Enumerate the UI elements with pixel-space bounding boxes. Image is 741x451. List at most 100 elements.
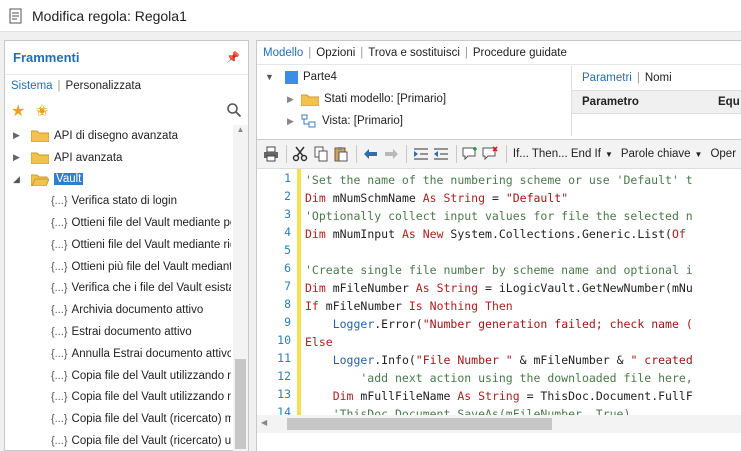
- collapse-arrow-icon[interactable]: ◢: [13, 174, 27, 185]
- code-editor[interactable]: 1 2 3 4 5 6 7 8 9 10 11 12 13 14 'Set the name of the…: [257, 169, 741, 415]
- open-folder-icon: [31, 174, 49, 186]
- code-token: 'Create single file number by scheme nam…: [305, 263, 693, 277]
- if-then-label: If... Then... End If: [512, 148, 601, 160]
- code-line[interactable]: Dim mNumSchmName As String = "Default": [305, 189, 568, 207]
- snippet-icon: {...}: [51, 304, 68, 317]
- snippet-label: Ottieni file del Vault mediante pe: [71, 217, 231, 230]
- code-line[interactable]: 'Optionally collect input values for fil…: [305, 207, 693, 225]
- add-favorite-icon[interactable]: ✬: [35, 101, 48, 121]
- favorites-icon[interactable]: ★: [11, 101, 25, 121]
- code-token: Of: [671, 227, 686, 241]
- snippet-item[interactable]: {...} Copia file del Vault (ricercato) ut…: [5, 430, 231, 451]
- tab-modello[interactable]: Modello: [263, 47, 303, 59]
- snippet-icon: {...}: [51, 195, 68, 208]
- copy-icon[interactable]: [311, 143, 331, 165]
- code-token: " created: [630, 353, 693, 367]
- snippet-folder[interactable]: ▶ API di disegno avanzata: [5, 125, 231, 147]
- model-tree-view[interactable]: ▶ Vista: [Primario]: [257, 110, 567, 132]
- cut-icon[interactable]: [290, 143, 310, 165]
- view-icon: [301, 114, 316, 128]
- toolbar-separator: [506, 145, 507, 163]
- snippet-item[interactable]: {...} Verifica che i file del Vault esist…: [5, 278, 231, 300]
- code-token: .Info(: [374, 353, 416, 367]
- tab-separator: |: [57, 80, 61, 92]
- code-token: Dim: [332, 389, 361, 403]
- code-line[interactable]: 'add next action using the downloaded fi…: [305, 369, 692, 387]
- operators-button[interactable]: Oper: [710, 148, 736, 160]
- model-tree-label: Stati modello: [Primario]: [324, 93, 447, 105]
- snippets-scrollbar[interactable]: ▲: [233, 125, 248, 451]
- tab-parametri[interactable]: Parametri: [582, 72, 632, 84]
- line-number: 9: [284, 315, 291, 329]
- snippet-folder-label: API avanzata: [54, 151, 123, 164]
- dropdown-arrow-icon: ▼: [604, 150, 613, 159]
- expand-arrow-icon[interactable]: ▶: [13, 152, 27, 163]
- code-token: mFullFileName: [360, 389, 458, 403]
- parameters-tabs: Parametri | Nomi: [572, 66, 741, 90]
- code-line[interactable]: Dim mFileNumber As String = iLogicVault.…: [305, 279, 693, 297]
- outdent-icon[interactable]: [432, 143, 452, 165]
- expand-arrow-icon[interactable]: ▶: [287, 116, 301, 127]
- pin-icon[interactable]: 📌: [226, 51, 240, 64]
- tab-trova-sostituisci[interactable]: Trova e sostituisci: [368, 47, 460, 59]
- code-line[interactable]: Logger.Info("File Number " & mFileNumber…: [305, 351, 693, 369]
- snippet-label: Estrai documento attivo: [71, 326, 192, 339]
- collapse-arrow-icon[interactable]: ▼: [265, 72, 279, 82]
- code-line[interactable]: 'Create single file number by scheme nam…: [305, 261, 693, 279]
- expand-arrow-icon[interactable]: ▶: [287, 94, 301, 105]
- search-icon[interactable]: [226, 102, 242, 118]
- scroll-up-icon[interactable]: ▲: [233, 125, 248, 139]
- snippet-icon: {...}: [51, 326, 68, 339]
- if-then-button[interactable]: If... Then... End If ▼: [513, 148, 613, 160]
- model-tree-root[interactable]: ▼ Parte4: [257, 66, 567, 88]
- undo-icon[interactable]: [361, 143, 381, 165]
- indent-icon[interactable]: [411, 143, 431, 165]
- uncomment-icon[interactable]: [481, 143, 501, 165]
- code-line[interactable]: 'Set the name of the numbering scheme or…: [305, 171, 693, 189]
- code-token: Is Nothing Then: [408, 299, 513, 313]
- code-line[interactable]: Dim mNumInput As New System.Collections.…: [305, 225, 686, 243]
- editor-toolbar: If... Then... End If ▼ Parole chiave ▼ Ope…: [257, 139, 741, 169]
- snippet-item[interactable]: {...} Annulla Estrai documento attivo: [5, 343, 231, 365]
- snippet-icon: {...}: [51, 238, 68, 251]
- code-line[interactable]: Logger.Error("Number generation failed; …: [305, 315, 693, 333]
- snippet-item[interactable]: {...} Ottieni file del Vault mediante pe: [5, 212, 231, 234]
- code-token: If: [305, 299, 326, 313]
- snippet-item[interactable]: {...} Ottieni file del Vault mediante ric…: [5, 234, 231, 256]
- tab-procedure-guidate[interactable]: Procedure guidate: [473, 47, 567, 59]
- code-line[interactable]: Dim mFullFileName As String = ThisDoc.Do…: [305, 387, 693, 405]
- comment-icon[interactable]: [461, 143, 481, 165]
- column-parametro[interactable]: Parametro: [572, 96, 718, 108]
- line-number: 1: [284, 171, 291, 185]
- code-line[interactable]: Else: [305, 333, 333, 351]
- snippet-item[interactable]: {...} Copia file del Vault utilizzando nu: [5, 365, 231, 387]
- tab-opzioni[interactable]: Opzioni: [316, 47, 355, 59]
- snippet-item[interactable]: {...} Copia file del Vault (ricercato) me: [5, 408, 231, 430]
- code-token: mFileNumber: [325, 299, 409, 313]
- print-icon[interactable]: [261, 143, 281, 165]
- snippet-item[interactable]: {...} Copia file del Vault utilizzando nu: [5, 387, 231, 409]
- snippet-item[interactable]: {...} Verifica stato di login: [5, 190, 231, 212]
- snippet-item[interactable]: {...} Archivia documento attivo: [5, 299, 231, 321]
- snippet-folder[interactable]: ◢ Vault: [5, 169, 231, 191]
- paste-icon[interactable]: [332, 143, 352, 165]
- editor-horizontal-scrollbar[interactable]: ◀: [257, 415, 741, 433]
- snippet-folder[interactable]: ▶ API avanzata: [5, 147, 231, 169]
- column-equazione[interactable]: Equ: [718, 96, 740, 108]
- tab-nomi[interactable]: Nomi: [645, 72, 672, 84]
- code-token: =: [485, 191, 506, 205]
- scrollbar-thumb[interactable]: [235, 359, 246, 449]
- snippet-item[interactable]: {...} Ottieni più file del Vault mediante: [5, 256, 231, 278]
- scrollbar-thumb[interactable]: [287, 418, 552, 430]
- redo-icon[interactable]: [382, 143, 402, 165]
- code-line[interactable]: 'ThisDoc.Document.SaveAs(mFileNumber, Tr…: [305, 405, 631, 415]
- snippets-title: Frammenti: [13, 50, 80, 65]
- expand-arrow-icon[interactable]: ▶: [13, 130, 27, 141]
- snippet-item[interactable]: {...} Estrai documento attivo: [5, 321, 231, 343]
- code-line[interactable]: If mFileNumber Is Nothing Then: [305, 297, 513, 315]
- scroll-left-icon[interactable]: ◀: [261, 418, 267, 427]
- tab-sistema[interactable]: Sistema: [11, 80, 53, 92]
- keywords-button[interactable]: Parole chiave ▼: [621, 148, 703, 160]
- tab-personalizzata[interactable]: Personalizzata: [66, 80, 141, 92]
- model-tree-states[interactable]: ▶ Stati modello: [Primario]: [257, 88, 567, 110]
